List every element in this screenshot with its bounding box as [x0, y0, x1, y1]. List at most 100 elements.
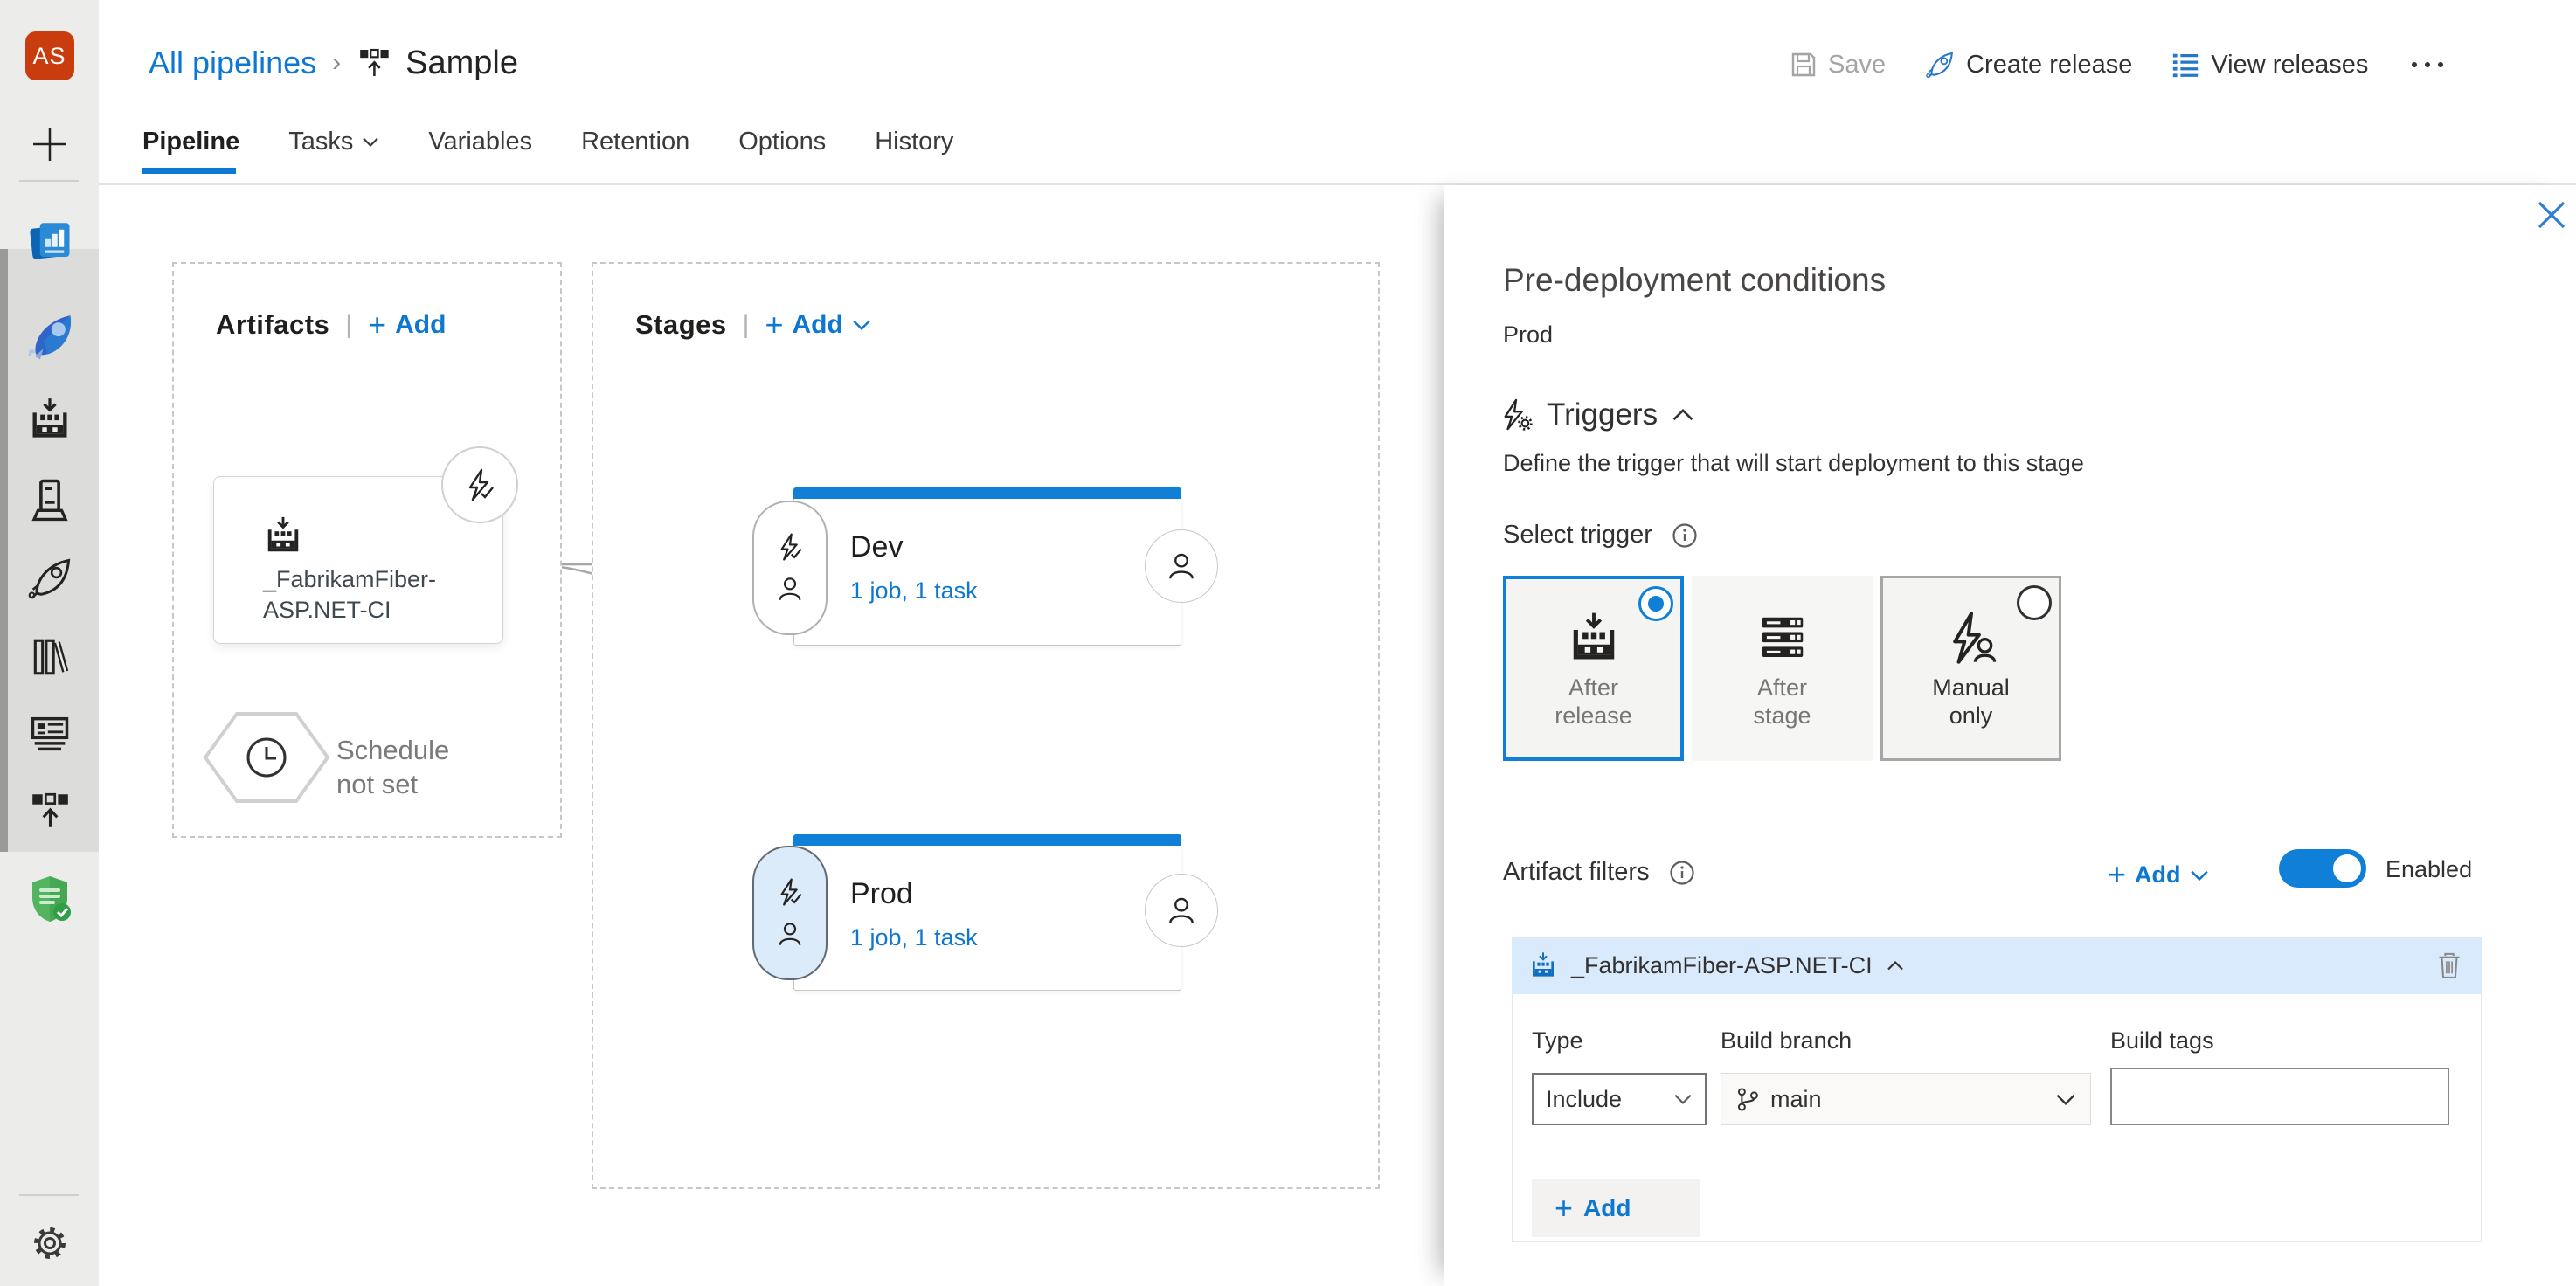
sidebar-item-deployment-groups[interactable] — [0, 789, 99, 833]
stage-name: Prod — [850, 877, 913, 910]
tab-options[interactable]: Options — [738, 128, 826, 167]
chevron-down-icon — [362, 136, 379, 148]
plus-icon: + — [765, 306, 784, 342]
left-navigation-rail: AS — [0, 0, 99, 1286]
separator: | — [742, 310, 750, 339]
security-shield-icon — [24, 872, 76, 924]
plus-icon: + — [1555, 1189, 1574, 1226]
add-row-label: Add — [1583, 1194, 1631, 1221]
tab-history[interactable]: History — [875, 128, 953, 167]
view-releases-label: View releases — [2211, 50, 2369, 79]
close-panel-button[interactable] — [2536, 199, 2567, 231]
package-download-icon — [27, 397, 73, 442]
sidebar-item-task-groups[interactable] — [0, 711, 99, 757]
rocket-icon — [1924, 49, 1956, 80]
header-actions: Save Create release View releases — [1790, 44, 2444, 86]
stages-title: Stages — [635, 309, 727, 340]
breadcrumb: All pipelines › Sample — [149, 40, 518, 86]
view-releases-button[interactable]: View releases — [2171, 50, 2368, 80]
project-avatar[interactable]: AS — [0, 31, 99, 80]
triggers-description: Define the trigger that will start deplo… — [1503, 450, 2084, 476]
trigger-option-manual-only[interactable]: Manual only — [1880, 576, 2061, 761]
list-icon — [2171, 50, 2200, 80]
server-stack-icon — [1755, 611, 1810, 665]
info-icon[interactable] — [1672, 522, 1698, 549]
prod-pre-deployment-conditions-button[interactable] — [752, 846, 828, 980]
overview-icon — [24, 213, 76, 266]
triggers-heading: Triggers — [1547, 398, 1658, 432]
project-avatar-initials: AS — [24, 31, 74, 80]
bolt-gear-icon — [1499, 398, 1533, 432]
info-icon[interactable] — [1669, 860, 1695, 886]
settings-button[interactable] — [0, 1222, 99, 1264]
prod-post-deployment-conditions-button[interactable] — [1145, 874, 1218, 947]
plus-icon — [30, 124, 70, 164]
bolt-person-icon — [1944, 611, 1998, 665]
gear-icon — [29, 1222, 71, 1264]
delete-filter-button[interactable] — [2434, 951, 2464, 980]
tab-pipeline[interactable]: Pipeline — [142, 128, 239, 174]
bolt-check-icon — [775, 532, 805, 562]
person-icon — [1165, 894, 1198, 927]
filters-enabled-toggle[interactable] — [2279, 849, 2366, 888]
environment-icon — [26, 477, 73, 524]
stage-tasks-link[interactable]: 1 job, 1 task — [850, 577, 978, 605]
sidebar-item-library[interactable] — [0, 635, 99, 679]
bolt-check-icon — [462, 467, 497, 502]
sidebar-item-environments[interactable] — [0, 477, 99, 524]
add-filter-button[interactable]: + Add — [2108, 859, 2209, 889]
radio-unselected-icon — [2017, 585, 2052, 620]
tab-tasks[interactable]: Tasks — [288, 128, 379, 167]
trigger-option-after-release[interactable]: After release — [1503, 576, 1684, 761]
close-icon — [2538, 201, 2566, 229]
trigger-option-after-stage[interactable]: After stage — [1692, 576, 1873, 761]
breadcrumb-all-pipelines-link[interactable]: All pipelines — [149, 45, 316, 81]
build-branch-label: Build branch — [1721, 1027, 1852, 1054]
artifact-filter-body: Type Build branch Build tags Include mai… — [1512, 994, 2482, 1242]
artifact-name: _FabrikamFiber-ASP.NET-CI — [263, 566, 437, 624]
add-project-button[interactable] — [0, 123, 99, 165]
sidebar-item-security-extension[interactable] — [0, 872, 99, 924]
save-button[interactable]: Save — [1790, 51, 1886, 80]
pipeline-canvas: Artifacts | + Add _FabrikamFiber-ASP.NET… — [99, 185, 1444, 1286]
dev-pre-deployment-conditions-button[interactable] — [752, 501, 828, 635]
panel-stage-name: Prod — [1503, 322, 1554, 348]
panel-title: Pre-deployment conditions — [1503, 262, 1887, 298]
create-release-button[interactable]: Create release — [1924, 49, 2132, 80]
sidebar-item-pipelines-hub[interactable] — [0, 306, 99, 362]
sidebar-divider — [19, 1194, 79, 1196]
dev-post-deployment-conditions-button[interactable] — [1145, 529, 1218, 603]
artifact-filter-header[interactable]: _FabrikamFiber-ASP.NET-CI — [1512, 937, 2482, 994]
sidebar-item-releases[interactable] — [0, 554, 99, 603]
continuous-deployment-trigger-badge[interactable] — [441, 446, 518, 523]
library-icon — [28, 635, 72, 679]
tab-retention[interactable]: Retention — [581, 128, 689, 167]
add-filter-row-button[interactable]: + Add — [1532, 1179, 1700, 1237]
stage-card-dev[interactable]: Dev 1 job, 1 task — [793, 487, 1181, 646]
build-tags-input-wrapper — [2110, 1068, 2449, 1125]
sidebar-item-overview[interactable] — [0, 213, 99, 266]
stages-panel: Stages | + Add — [592, 262, 1380, 1189]
more-actions-button[interactable] — [2412, 62, 2444, 67]
triggers-section-header[interactable]: Triggers — [1499, 398, 1694, 432]
build-branch-dropdown[interactable]: main — [1721, 1073, 2091, 1125]
pipelines-rocket-icon — [22, 306, 78, 362]
select-trigger-label: Select trigger — [1503, 521, 1652, 549]
release-pipeline-icon — [357, 45, 391, 80]
page-title: Sample — [405, 44, 518, 81]
schedule-hexagon[interactable] — [202, 710, 331, 805]
stage-tasks-link[interactable]: 1 job, 1 task — [850, 924, 978, 951]
plus-icon: + — [368, 306, 387, 342]
stage-card-prod[interactable]: Prod 1 job, 1 task — [793, 834, 1181, 991]
type-dropdown[interactable]: Include — [1532, 1073, 1707, 1125]
add-artifact-button[interactable]: + Add — [368, 306, 446, 342]
sidebar-divider — [19, 180, 79, 182]
filter-artifact-name: _FabrikamFiber-ASP.NET-CI — [1571, 951, 1873, 978]
build-tags-input[interactable] — [2112, 1069, 2448, 1124]
add-stage-button[interactable]: + Add — [765, 306, 870, 342]
sidebar-item-builds[interactable] — [0, 397, 99, 442]
trigger-options: After release After stage Manual only — [1503, 576, 2061, 761]
chevron-down-icon — [2190, 870, 2208, 881]
tab-variables[interactable]: Variables — [428, 128, 532, 167]
person-icon — [775, 574, 805, 604]
